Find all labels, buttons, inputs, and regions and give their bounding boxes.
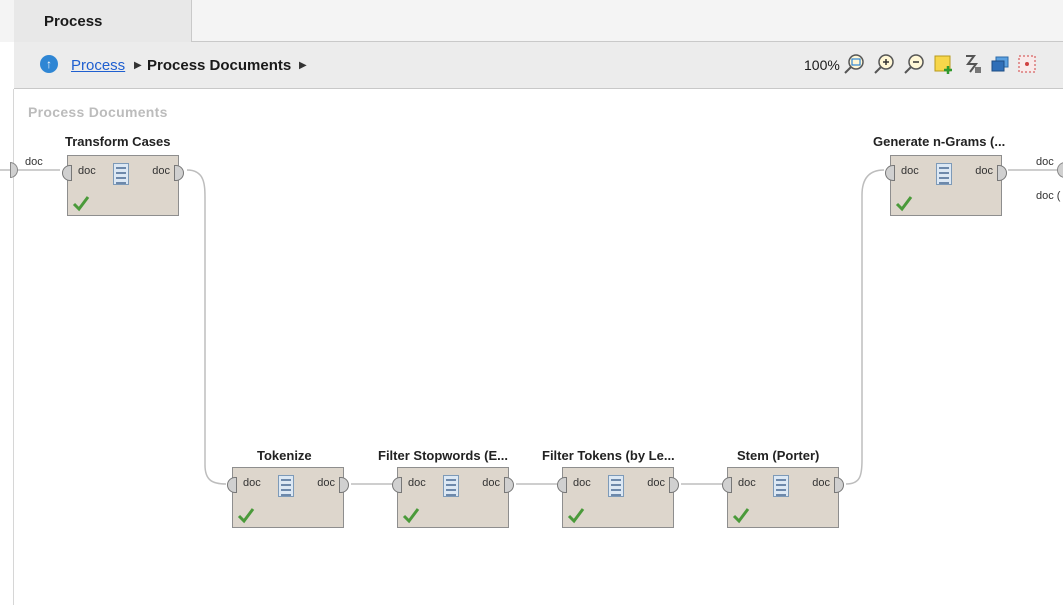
wire-transform-tokenize	[186, 169, 227, 485]
input-port[interactable]	[885, 165, 895, 181]
operator-filter-stopwords[interactable]: doc doc	[392, 467, 514, 528]
operator-transform-cases[interactable]: doc doc	[62, 155, 184, 216]
document-icon	[608, 475, 624, 497]
check-icon	[402, 508, 420, 524]
operator-title: Generate n-Grams (...	[873, 134, 1006, 149]
input-port-label: doc	[573, 477, 591, 489]
operator-title: Tokenize	[257, 448, 312, 463]
operator-tokenize[interactable]: doc doc	[227, 467, 349, 528]
process-output-port-label: doc	[1036, 156, 1054, 168]
input-port-label: doc	[243, 477, 261, 489]
operator-generate-ngrams[interactable]: doc doc	[885, 155, 1007, 216]
check-icon	[732, 508, 750, 524]
input-port-label: doc	[78, 165, 96, 177]
input-port[interactable]	[557, 477, 567, 493]
input-port-label: doc	[408, 477, 426, 489]
output-port-label: doc	[647, 477, 665, 489]
output-port-label: doc	[317, 477, 335, 489]
document-icon	[278, 475, 294, 497]
wire-stem-ngrams	[845, 169, 885, 485]
input-port[interactable]	[62, 165, 72, 181]
process-output-port-label: doc (	[1036, 190, 1061, 202]
operator-title: Transform Cases	[65, 134, 171, 149]
check-icon	[895, 196, 913, 212]
operator-filter-tokens[interactable]: doc doc	[557, 467, 679, 528]
output-port-label: doc	[812, 477, 830, 489]
output-port-label: doc	[975, 165, 993, 177]
input-port-label: doc	[738, 477, 756, 489]
document-icon	[936, 163, 952, 185]
check-icon	[567, 508, 585, 524]
document-icon	[113, 163, 129, 185]
operator-title: Filter Tokens (by Le...	[542, 448, 675, 463]
document-icon	[773, 475, 789, 497]
input-port-label: doc	[901, 165, 919, 177]
check-icon	[72, 196, 90, 212]
input-port[interactable]	[722, 477, 732, 493]
document-icon	[443, 475, 459, 497]
connection-wires	[0, 169, 1063, 485]
operator-stem-porter[interactable]: doc doc	[722, 467, 844, 528]
output-port-label: doc	[482, 477, 500, 489]
check-icon	[237, 508, 255, 524]
process-input-port-label: doc	[25, 156, 43, 168]
output-port-label: doc	[152, 165, 170, 177]
operator-title: Stem (Porter)	[737, 448, 820, 463]
input-port[interactable]	[392, 477, 402, 493]
operator-title: Filter Stopwords (E...	[378, 448, 509, 463]
input-port[interactable]	[227, 477, 237, 493]
